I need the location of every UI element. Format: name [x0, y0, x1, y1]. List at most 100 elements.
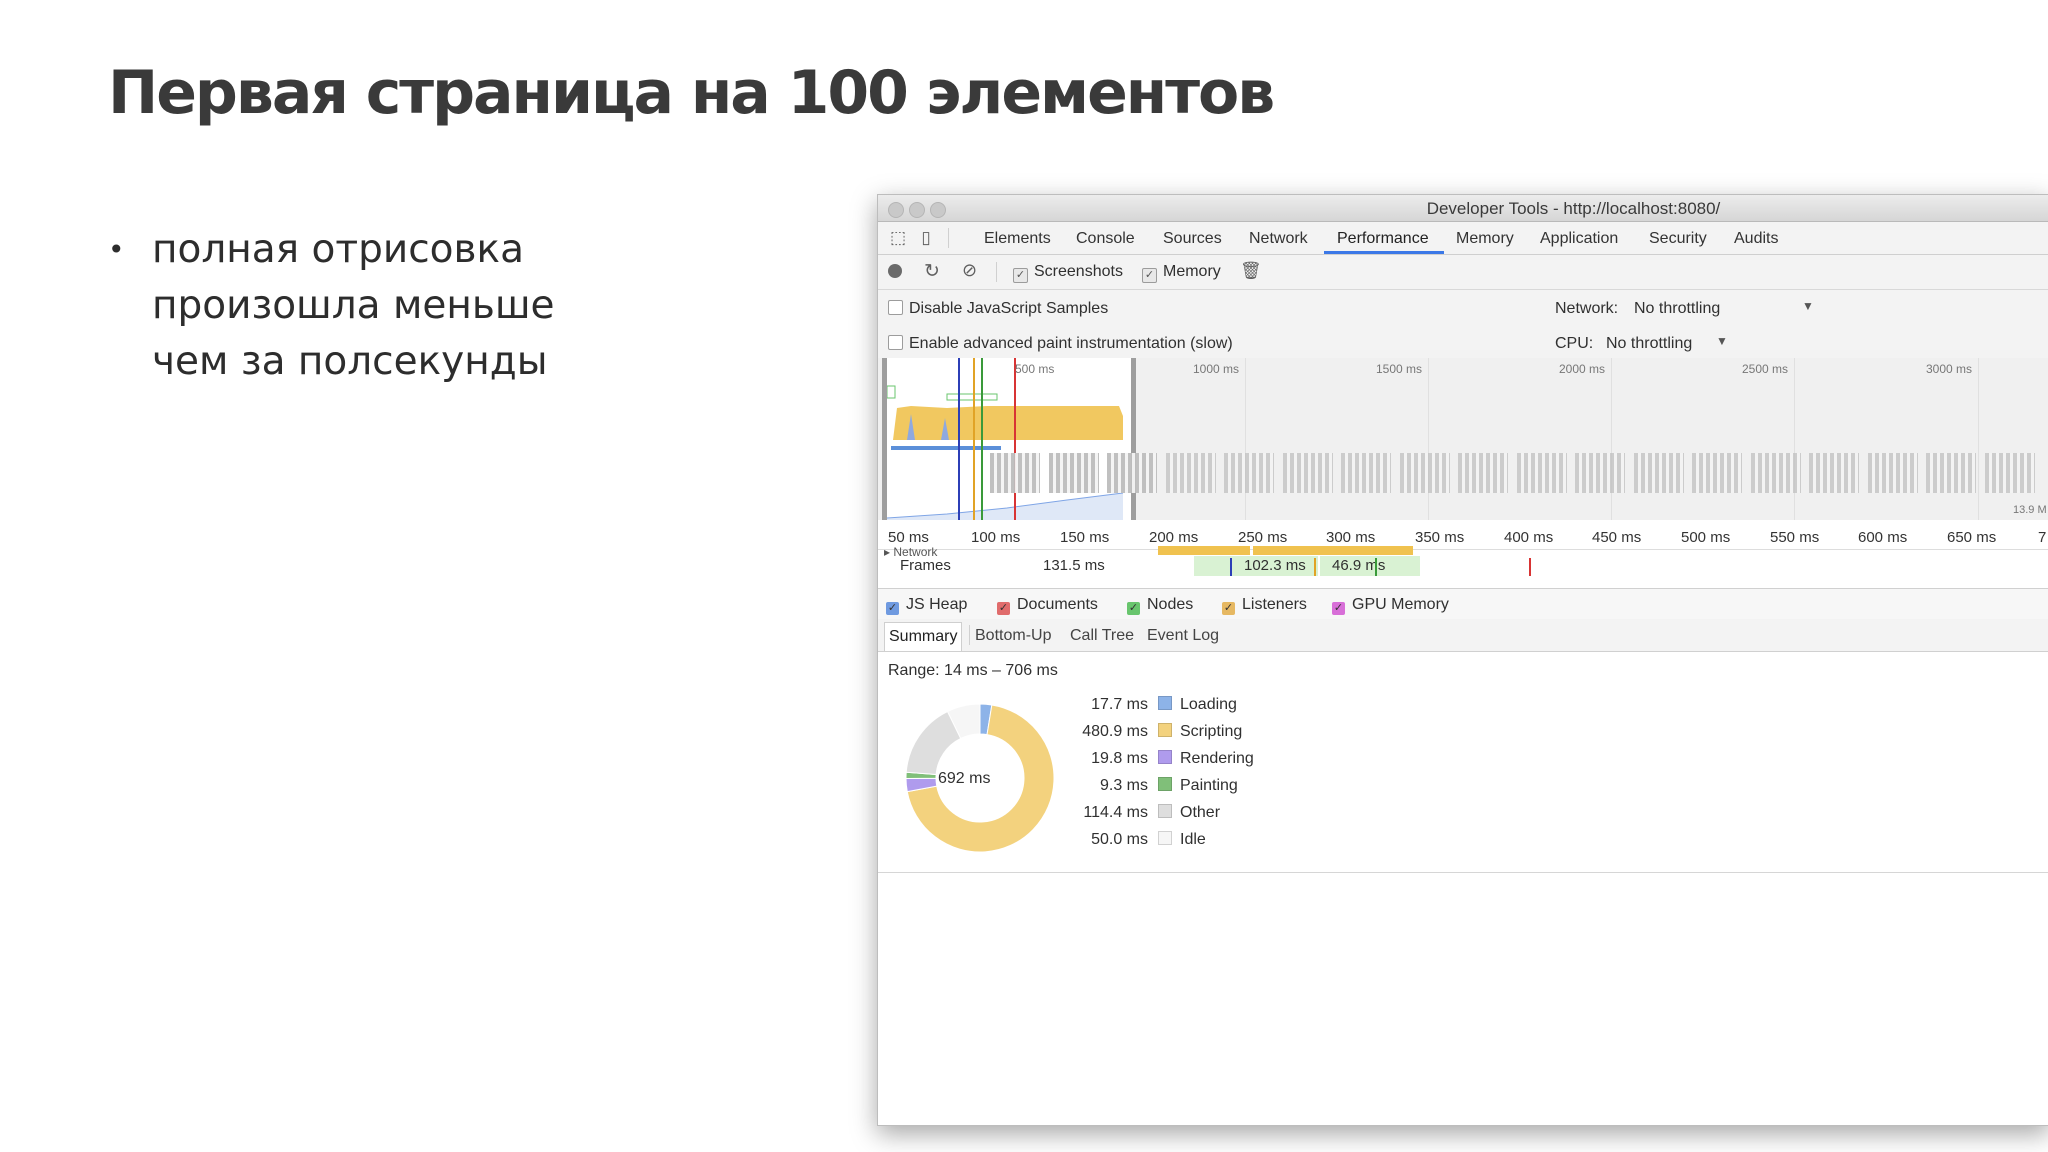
screenshot-thumbnail[interactable] [1165, 453, 1216, 493]
device-toolbar-icon[interactable]: ▯ [916, 228, 936, 248]
frame-duration[interactable]: 131.5 ms [1043, 556, 1137, 576]
checkbox-box [888, 335, 903, 350]
summary-row: 480.9 ms Scripting [1068, 723, 1242, 743]
screenshot-thumbnail[interactable] [1399, 453, 1450, 493]
tab-divider [969, 625, 970, 645]
frame-duration[interactable]: 46.9 ms [1320, 556, 1420, 576]
advanced-paint-checkbox[interactable]: Enable advanced paint instrumentation (s… [888, 335, 1233, 353]
screenshot-thumbnail[interactable] [1458, 453, 1508, 493]
details-tabs: Summary Bottom-Up Call Tree Event Log [878, 619, 2048, 652]
event-marker [1375, 558, 1377, 576]
overview-selection[interactable] [882, 358, 1136, 520]
network-throttling-label: Network: [1555, 300, 1619, 317]
row-value: 480.9 ms [1082, 723, 1148, 740]
toolbar-divider [996, 262, 997, 282]
row-label: Painting [1180, 777, 1238, 794]
performance-controls: ↻ ⊘ ✓ Screenshots ✓ Memory 🗑 [878, 255, 2048, 290]
ruler-tick: 450 ms [1592, 529, 1642, 546]
tab-sources[interactable]: Sources [1163, 230, 1222, 248]
summary-row: 50.0 ms Idle [1068, 831, 1206, 851]
ruler-tick: 650 ms [1947, 529, 1997, 546]
timeline-overview[interactable]: 500 ms 1000 ms 1500 ms 2000 ms 2500 ms 3… [878, 358, 2048, 520]
memory-checkbox[interactable]: ✓ Memory [1142, 263, 1221, 283]
screenshot-thumbnail[interactable] [1048, 453, 1099, 493]
tab-audits[interactable]: Audits [1734, 230, 1778, 248]
js-heap-checkbox[interactable]: ✓ JS Heap [886, 596, 967, 615]
record-icon[interactable] [888, 264, 902, 278]
row-label: Other [1180, 804, 1221, 821]
tab-performance[interactable]: Performance [1337, 230, 1429, 248]
screenshot-thumbnail[interactable] [1926, 453, 1976, 493]
trash-icon[interactable]: 🗑 [1240, 261, 1262, 281]
network-request-bar[interactable] [1158, 546, 1250, 555]
screenshot-thumbnail[interactable] [1633, 453, 1684, 493]
memory-counters: ✓ JS Heap ✓ Documents ✓ Nodes ✓ Listeners ✓ G… [878, 588, 2048, 620]
row-label: Idle [1180, 831, 1206, 848]
cpu-throttling-select[interactable]: No throttling [1606, 335, 1692, 353]
screenshot-thumbnail[interactable] [1224, 453, 1274, 493]
tab-security[interactable]: Security [1649, 230, 1707, 248]
memory-label: Memory [1163, 263, 1221, 280]
color-swatch [1158, 750, 1172, 764]
frames-track[interactable]: ▸ Network Frames 131.5 ms 102.3 ms 46.9 … [878, 546, 2048, 580]
screenshot-thumbnail[interactable] [1107, 453, 1157, 493]
tab-bottom-up[interactable]: Bottom-Up [975, 627, 1051, 645]
reload-icon[interactable]: ↻ [924, 260, 940, 283]
screenshot-thumbnail[interactable] [1984, 453, 2035, 493]
screenshot-thumbnail[interactable] [1282, 453, 1333, 493]
frame-duration[interactable]: 102.3 ms [1194, 556, 1318, 576]
documents-checkbox[interactable]: ✓ Documents [997, 596, 1098, 615]
ruler-tick: 7 [2038, 529, 2047, 546]
checkbox-box [888, 300, 903, 315]
row-label: Loading [1180, 696, 1237, 713]
tab-application[interactable]: Application [1540, 230, 1618, 248]
screenshot-thumbnail[interactable] [1809, 453, 1859, 493]
color-swatch [1158, 696, 1172, 710]
clear-icon[interactable]: ⊘ [962, 260, 977, 281]
tab-console[interactable]: Console [1076, 230, 1135, 248]
nodes-checkbox[interactable]: ✓ Nodes [1127, 596, 1193, 615]
row-value: 17.7 ms [1091, 696, 1148, 713]
active-tab-indicator [1324, 251, 1444, 254]
donut-total: 692 ms [938, 770, 991, 787]
screenshot-thumbnail[interactable] [1341, 453, 1391, 493]
tab-event-log[interactable]: Event Log [1147, 627, 1219, 645]
chevron-down-icon[interactable]: ▼ [1802, 299, 1814, 313]
check-icon: ✓ [1142, 268, 1157, 283]
screenshot-thumbnail[interactable] [990, 453, 1040, 493]
tab-summary[interactable]: Summary [884, 622, 963, 651]
gpu-memory-checkbox[interactable]: ✓ GPU Memory [1332, 596, 1449, 615]
listeners-checkbox[interactable]: ✓ Listeners [1222, 596, 1307, 615]
ruler-tick: 550 ms [1770, 529, 1820, 546]
screenshot-thumbnail[interactable] [1516, 453, 1567, 493]
screenshot-thumbnail[interactable] [1692, 453, 1742, 493]
screenshots-checkbox[interactable]: ✓ Screenshots [1013, 263, 1123, 283]
row-label: Rendering [1180, 750, 1254, 767]
screenshot-thumbnail[interactable] [1867, 453, 1918, 493]
color-swatch [1158, 804, 1172, 818]
check-icon: ✓ [886, 602, 899, 615]
inspect-element-icon[interactable]: ⬚ [888, 228, 908, 248]
ruler-tick: 500 ms [1681, 529, 1731, 546]
toolbar-divider [948, 228, 949, 248]
tab-memory[interactable]: Memory [1456, 230, 1514, 248]
advanced-paint-label: Enable advanced paint instrumentation (s… [909, 335, 1233, 352]
screenshot-thumbnail[interactable] [1575, 453, 1625, 493]
network-request-bar[interactable] [1253, 546, 1413, 555]
summary-row: 9.3 ms Painting [1068, 777, 1238, 797]
window-titlebar: Developer Tools - http://localhost:8080/ [878, 195, 2048, 222]
bullet-line: чем за полсекунды [152, 339, 548, 384]
disable-js-samples-checkbox[interactable]: Disable JavaScript Samples [888, 300, 1108, 318]
summary-panel: Range: 14 ms – 706 ms 692 ms 17.7 ms Load… [878, 652, 2048, 873]
tab-elements[interactable]: Elements [984, 230, 1051, 248]
screenshots-label: Screenshots [1034, 263, 1123, 280]
screenshot-thumbnail[interactable] [1750, 453, 1801, 493]
tab-network[interactable]: Network [1249, 230, 1308, 248]
bullet-dot: • [108, 233, 125, 266]
tab-call-tree[interactable]: Call Tree [1070, 627, 1134, 645]
row-value: 19.8 ms [1091, 750, 1148, 767]
grid-line [1245, 358, 1246, 520]
counter-label: Listeners [1242, 596, 1307, 613]
network-throttling-select[interactable]: No throttling [1634, 300, 1720, 318]
chevron-down-icon[interactable]: ▼ [1716, 334, 1728, 348]
